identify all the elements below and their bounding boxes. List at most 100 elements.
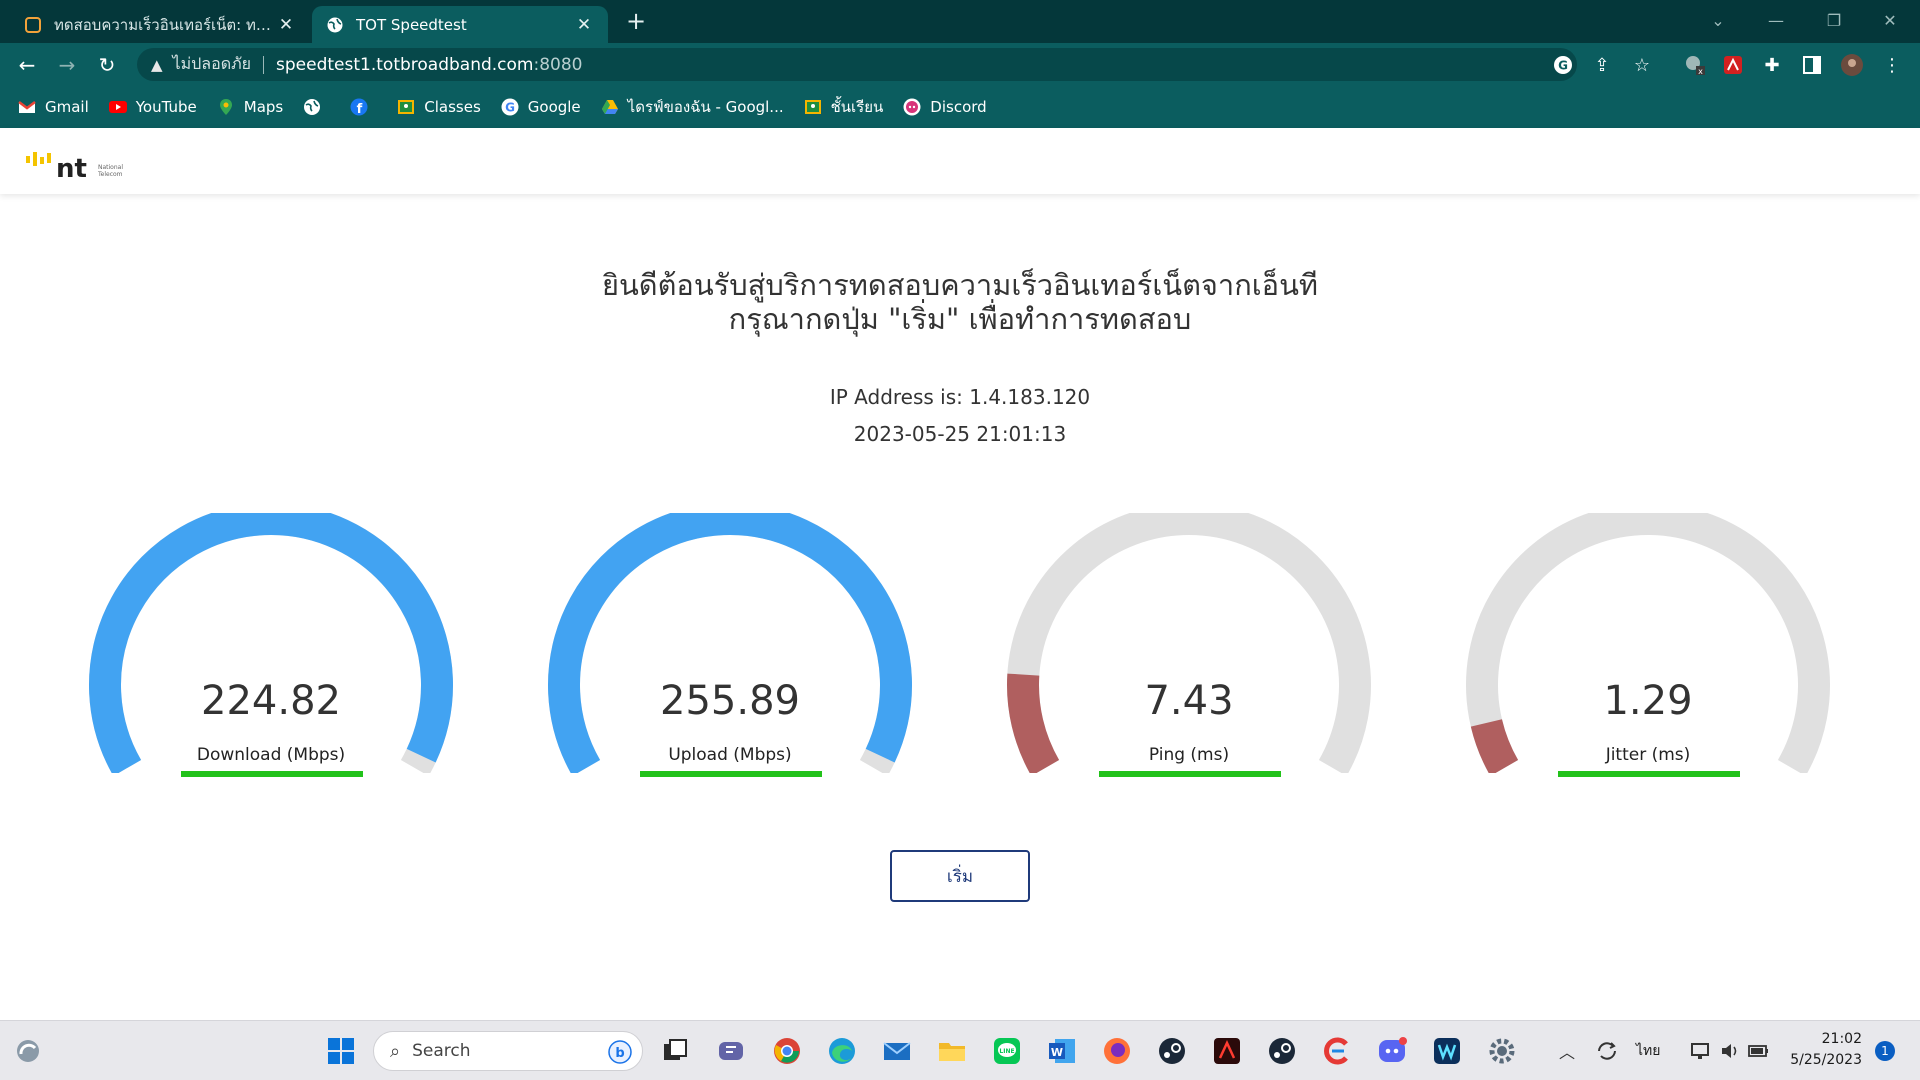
- classroom-icon: [804, 100, 821, 114]
- taskbar-search[interactable]: ⌕ Search b: [373, 1031, 643, 1071]
- word-icon[interactable]: W: [1045, 1034, 1079, 1068]
- side-panel-icon[interactable]: [1800, 53, 1824, 77]
- bookmark-discord[interactable]: Discord: [903, 98, 987, 116]
- steam-icon[interactable]: [1155, 1034, 1189, 1068]
- bookmark-label: Maps: [243, 98, 284, 116]
- svg-text:b: b: [615, 1046, 624, 1061]
- share-icon[interactable]: ⇪: [1590, 53, 1614, 77]
- tab-close-icon[interactable]: ✕: [276, 15, 296, 35]
- gmail-icon: [18, 101, 36, 113]
- url-host[interactable]: speedtest1.totbroadband.com: [276, 55, 533, 75]
- bookmark-google[interactable]: G Google: [501, 98, 581, 116]
- chrome-taskbar-icon[interactable]: [770, 1034, 804, 1068]
- pdf-extension-icon[interactable]: [1721, 53, 1745, 77]
- google-lens-icon[interactable]: G: [1551, 53, 1575, 77]
- clock-time[interactable]: 21:02: [1780, 1031, 1862, 1047]
- google-icon: G: [501, 98, 519, 116]
- edge-icon[interactable]: [825, 1034, 859, 1068]
- gauge-fill: [548, 513, 912, 773]
- gauge-track: [1007, 513, 1371, 773]
- download-gauge: 224.82 Download (Mbps): [61, 513, 481, 803]
- acrobat-icon[interactable]: [1210, 1034, 1244, 1068]
- bookmark-classes[interactable]: Classes: [397, 98, 481, 116]
- weather-widget-icon[interactable]: [11, 1034, 45, 1068]
- restore-icon[interactable]: ❐: [1806, 0, 1862, 40]
- bookmark-gmail[interactable]: Gmail: [18, 98, 89, 116]
- mail-icon[interactable]: [880, 1034, 914, 1068]
- language-indicator[interactable]: ไทย: [1636, 1040, 1660, 1062]
- webex-icon[interactable]: [1430, 1034, 1464, 1068]
- tab-close-icon[interactable]: ✕: [574, 15, 594, 35]
- ip-address: IP Address is: 1.4.183.120: [829, 385, 1091, 409]
- task-view-icon[interactable]: [658, 1034, 692, 1068]
- jitter-value: 1.29: [1603, 678, 1693, 724]
- tray-overflow-chevron-icon[interactable]: ︿: [1550, 1034, 1584, 1068]
- sync-icon[interactable]: [1590, 1034, 1624, 1068]
- steam-icon-2[interactable]: [1265, 1034, 1299, 1068]
- bookmark-label: YouTube: [135, 98, 197, 116]
- security-label[interactable]: ไม่ปลอดภัย: [173, 52, 251, 77]
- menu-kebab-icon[interactable]: ⋮: [1880, 53, 1904, 77]
- bookmark-star-icon[interactable]: ☆: [1630, 53, 1654, 77]
- search-icon: ⌕: [390, 1040, 401, 1062]
- nt-logo[interactable]: nt National Telecom: [26, 150, 146, 180]
- tab-strip: ทดสอบความเร็วอินเทอร์เน็ต: ทดสอบความเร็ว…: [0, 0, 1920, 43]
- bookmarks-bar: Gmail YouTube Maps f Classes G Google ได…: [0, 86, 1920, 128]
- bookmark-facebook[interactable]: f: [350, 98, 377, 116]
- bookmark-maps[interactable]: Maps: [217, 98, 283, 116]
- upload-label: Upload (Mbps): [668, 745, 792, 765]
- speedtest-page: nt National Telecom ยินดีต้อนรับสู่บริกา…: [0, 128, 1920, 1020]
- search-placeholder: Search: [412, 1041, 471, 1061]
- bookmark-label: Classes: [424, 98, 481, 116]
- line-icon[interactable]: LINE: [990, 1034, 1024, 1068]
- tab-title: ทดสอบความเร็วอินเทอร์เน็ต: ทดสอบความเร็ว…: [54, 15, 276, 34]
- tab-speedtest-thai[interactable]: ทดสอบความเร็วอินเทอร์เน็ต: ทดสอบความเร็ว…: [10, 6, 310, 43]
- svg-text:National: National: [98, 164, 123, 171]
- svg-text:f: f: [357, 102, 363, 116]
- extension-blocked-icon[interactable]: x: [1683, 53, 1707, 77]
- extensions-puzzle-icon[interactable]: ✚: [1760, 53, 1784, 77]
- url-port[interactable]: :8080: [534, 55, 583, 75]
- back-arrow-icon[interactable]: ←: [13, 51, 41, 79]
- teams-chat-icon[interactable]: [714, 1034, 748, 1068]
- clock-date[interactable]: 5/25/2023: [1780, 1052, 1862, 1068]
- globe-icon: [304, 99, 321, 115]
- bookmark-globe[interactable]: [303, 98, 330, 116]
- battery-icon[interactable]: [1742, 1034, 1776, 1068]
- ccleaner-icon[interactable]: [1320, 1034, 1354, 1068]
- bookmark-drive[interactable]: ไดรฟ์ของฉัน - Googl...: [601, 95, 784, 119]
- download-value: 224.82: [201, 678, 341, 724]
- svg-text:x: x: [1698, 67, 1703, 76]
- gauge-svg: [548, 513, 912, 773]
- warning-icon[interactable]: ▲: [151, 56, 163, 74]
- ping-progress-bar: [1099, 771, 1281, 777]
- ping-value: 7.43: [1144, 678, 1234, 724]
- forward-arrow-icon[interactable]: →: [53, 51, 81, 79]
- ping-gauge: 7.43 Ping (ms): [979, 513, 1399, 803]
- upload-gauge: 255.89 Upload (Mbps): [520, 513, 940, 803]
- gauge-svg: [89, 513, 453, 773]
- new-tab-button[interactable]: +: [622, 8, 650, 36]
- welcome-heading: ยินดีต้อนรับสู่บริการทดสอบความเร็วอินเทอ…: [0, 268, 1920, 336]
- youtube-icon: [108, 101, 127, 113]
- bookmark-classroom[interactable]: ชั้นเรียน: [804, 95, 883, 119]
- start-button[interactable]: เริ่ม: [890, 850, 1030, 902]
- address-bar[interactable]: ▲ ไม่ปลอดภัย speedtest1.totbroadband.com…: [137, 48, 1577, 81]
- firefox-icon[interactable]: [1100, 1034, 1134, 1068]
- settings-gear-icon[interactable]: [1485, 1034, 1519, 1068]
- bing-icon[interactable]: b: [608, 1040, 632, 1064]
- minimize-icon[interactable]: —: [1748, 0, 1804, 40]
- file-explorer-icon[interactable]: [935, 1034, 969, 1068]
- reload-icon[interactable]: ↻: [93, 51, 121, 79]
- tab-tot-speedtest[interactable]: TOT Speedtest ✕: [312, 6, 608, 43]
- profile-avatar-icon[interactable]: [1840, 53, 1864, 77]
- discord-taskbar-icon[interactable]: [1375, 1034, 1409, 1068]
- notification-badge[interactable]: 1: [1875, 1041, 1895, 1061]
- welcome-line-2: กรุณากดปุ่ม "เริ่ม" เพื่อทำการทดสอบ: [728, 302, 1192, 336]
- svg-text:LINE: LINE: [999, 1048, 1014, 1055]
- bookmark-youtube[interactable]: YouTube: [108, 98, 197, 116]
- svg-text:G: G: [505, 101, 515, 115]
- tab-search-icon[interactable]: ⌄: [1690, 0, 1746, 40]
- windows-start-icon[interactable]: [324, 1034, 358, 1068]
- window-close-icon[interactable]: ✕: [1862, 0, 1918, 40]
